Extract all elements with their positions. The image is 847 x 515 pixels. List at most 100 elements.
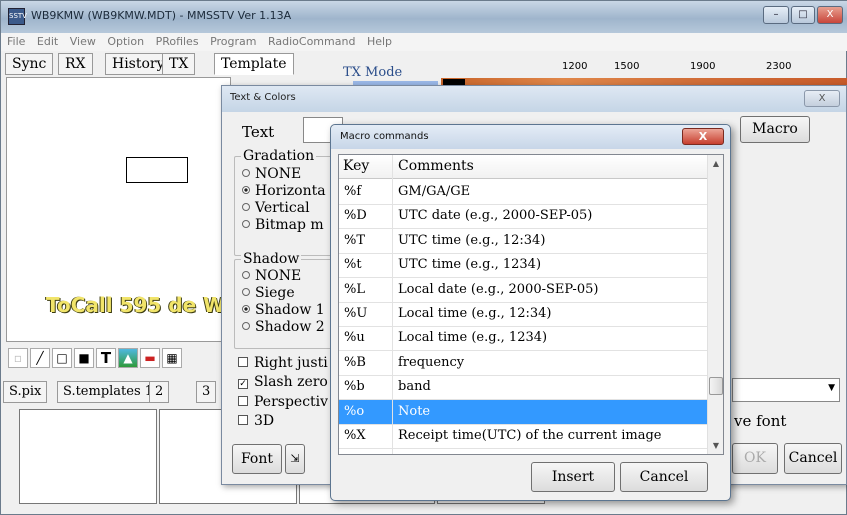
row-comment: UTC time (e.g., 1234): [398, 257, 542, 273]
row-key: %L: [344, 281, 365, 297]
image-tool-icon[interactable]: ▲: [118, 348, 138, 368]
close-button[interactable]: X: [817, 6, 843, 24]
checkbox-label: 3D: [254, 413, 275, 429]
checkbox-label: Slash zero: [254, 374, 328, 390]
table-row[interactable]: %U Local time (e.g., 12:34): [339, 302, 707, 327]
gradation-horizontal-radio[interactable]: Horizonta: [242, 183, 326, 199]
tab-rx[interactable]: RX: [58, 53, 93, 75]
row-comment: UTC date (e.g., 2000-SEP-05): [398, 208, 593, 224]
slash-zero-checkbox[interactable]: ✓ Slash zero: [238, 374, 328, 390]
table-row[interactable]: %b band: [339, 375, 707, 401]
macro-commands-dialog: Macro commands X Key Comments %f GM/GA/GE…: [330, 124, 731, 501]
table-row[interactable]: %D UTC date (e.g., 2000-SEP-05): [339, 204, 707, 230]
menu-option[interactable]: Option: [107, 33, 144, 51]
minimize-button[interactable]: –: [763, 6, 789, 24]
tab-s-templates-1[interactable]: S.templates 1: [57, 381, 160, 403]
scroll-thumb[interactable]: [709, 377, 723, 395]
font-button[interactable]: Font: [232, 444, 282, 474]
text-label: Text: [242, 123, 275, 141]
table-row[interactable]: %f GM/GA/GE: [339, 180, 707, 205]
canvas-text-box[interactable]: [126, 157, 188, 183]
table-row[interactable]: %u Local time (e.g., 1234): [339, 326, 707, 352]
macro-list[interactable]: Key Comments %f GM/GA/GE %D UTC date (e.g.,…: [338, 154, 724, 455]
radio-icon: [242, 203, 250, 211]
scale-label: 2300: [766, 61, 792, 72]
text-colors-title-bar: Text & Colors X: [222, 86, 846, 112]
radio-icon: [242, 288, 250, 296]
table-row[interactable]: %t UTC time (e.g., 1234): [339, 253, 707, 279]
cancel-button[interactable]: Cancel: [784, 443, 842, 474]
checkbox-icon: [238, 415, 248, 425]
color-bar-tool-icon[interactable]: ▬: [140, 348, 160, 368]
macro-close-button[interactable]: X: [682, 128, 724, 145]
tab-tx[interactable]: TX: [162, 53, 196, 75]
text-colors-close-button[interactable]: X: [804, 90, 840, 107]
menu-profiles[interactable]: PRofiles: [156, 33, 199, 51]
pointer-tool-icon[interactable]: ▫: [8, 348, 28, 368]
shadow-2-radio[interactable]: Shadow 2: [242, 319, 325, 335]
scroll-up-icon[interactable]: ▲: [710, 159, 722, 168]
grid-tool-icon[interactable]: ▦: [162, 348, 182, 368]
tab-s-pix[interactable]: S.pix: [3, 381, 48, 403]
tab-templates-3[interactable]: 3: [196, 381, 217, 403]
filled-rectangle-tool-icon[interactable]: ■: [74, 348, 94, 368]
row-comment: frequency: [398, 354, 465, 370]
3d-checkbox[interactable]: 3D: [238, 413, 274, 429]
save-font-label: ve font: [734, 412, 787, 430]
menu-radiocommand[interactable]: RadioCommand: [268, 33, 355, 51]
insert-button[interactable]: Insert: [531, 462, 615, 492]
right-justify-checkbox[interactable]: Right justi: [238, 355, 328, 371]
gradation-vertical-radio[interactable]: Vertical: [242, 200, 310, 216]
gradation-bitmap-radio[interactable]: Bitmap m: [242, 217, 324, 233]
row-key: %U: [344, 306, 368, 321]
app-icon: SSTV: [8, 8, 27, 25]
ok-button[interactable]: OK: [732, 443, 778, 474]
column-header-key[interactable]: Key: [343, 158, 369, 174]
table-row[interactable]: %o Note: [339, 399, 707, 425]
scroll-down-icon[interactable]: ▼: [710, 441, 722, 450]
shadow-none-radio[interactable]: NONE: [242, 268, 301, 284]
menu-view[interactable]: View: [70, 33, 96, 51]
line-tool-icon[interactable]: ╱: [30, 348, 50, 368]
tab-template[interactable]: Template: [214, 53, 294, 75]
perspective-checkbox[interactable]: Perspectiv: [238, 394, 328, 410]
shadow-siege-radio[interactable]: Siege: [242, 285, 295, 301]
tab-sync[interactable]: Sync: [5, 53, 54, 75]
macro-cancel-button[interactable]: Cancel: [620, 462, 708, 492]
font-select[interactable]: ▼: [732, 378, 840, 402]
table-row[interactable]: %T UTC time (e.g., 12:34): [339, 229, 707, 254]
row-key: %B: [344, 354, 366, 370]
gradation-group: Gradation NONE Horizonta Vertical Bitmap…: [234, 148, 334, 256]
rectangle-tool-icon[interactable]: □: [52, 348, 72, 368]
text-tool-icon[interactable]: T: [96, 348, 116, 368]
menu-program[interactable]: Program: [210, 33, 256, 51]
checkbox-icon: [238, 396, 248, 406]
menu-edit[interactable]: Edit: [37, 33, 58, 51]
column-header-comments[interactable]: Comments: [398, 158, 474, 174]
row-key: %D: [344, 208, 367, 224]
macro-button[interactable]: Macro: [740, 116, 810, 143]
row-comment: UTC time (e.g., 12:34): [398, 232, 546, 248]
radio-label: Siege: [255, 285, 295, 301]
radio-icon: [242, 271, 250, 279]
row-key: %f: [344, 184, 362, 199]
row-comment: Local date (e.g., 2000-SEP-05): [398, 281, 599, 297]
gradation-title: Gradation: [241, 148, 317, 164]
tab-templates-2[interactable]: 2: [149, 381, 170, 403]
radio-icon: [242, 169, 250, 177]
menu-help[interactable]: Help: [367, 33, 392, 51]
table-row[interactable]: %L Local date (e.g., 2000-SEP-05): [339, 278, 707, 303]
shrink-icon[interactable]: ⇲: [285, 444, 305, 474]
frequency-scale: 1200 1500 1900 2300: [556, 58, 847, 78]
template-thumbnail[interactable]: [19, 409, 157, 504]
radio-label: NONE: [255, 166, 302, 182]
radio-label: Shadow 1: [255, 302, 325, 318]
macro-dialog-title: Macro commands: [340, 131, 429, 142]
shadow-1-radio[interactable]: Shadow 1: [242, 302, 325, 318]
menu-file[interactable]: File: [7, 33, 25, 51]
gradation-none-radio[interactable]: NONE: [242, 166, 301, 182]
table-row[interactable]: %X Receipt time(UTC) of the current image: [339, 424, 707, 449]
vertical-scrollbar[interactable]: ▲ ▼: [707, 155, 723, 454]
maximize-button[interactable]: □: [791, 6, 815, 24]
table-row[interactable]: %B frequency: [339, 351, 707, 376]
